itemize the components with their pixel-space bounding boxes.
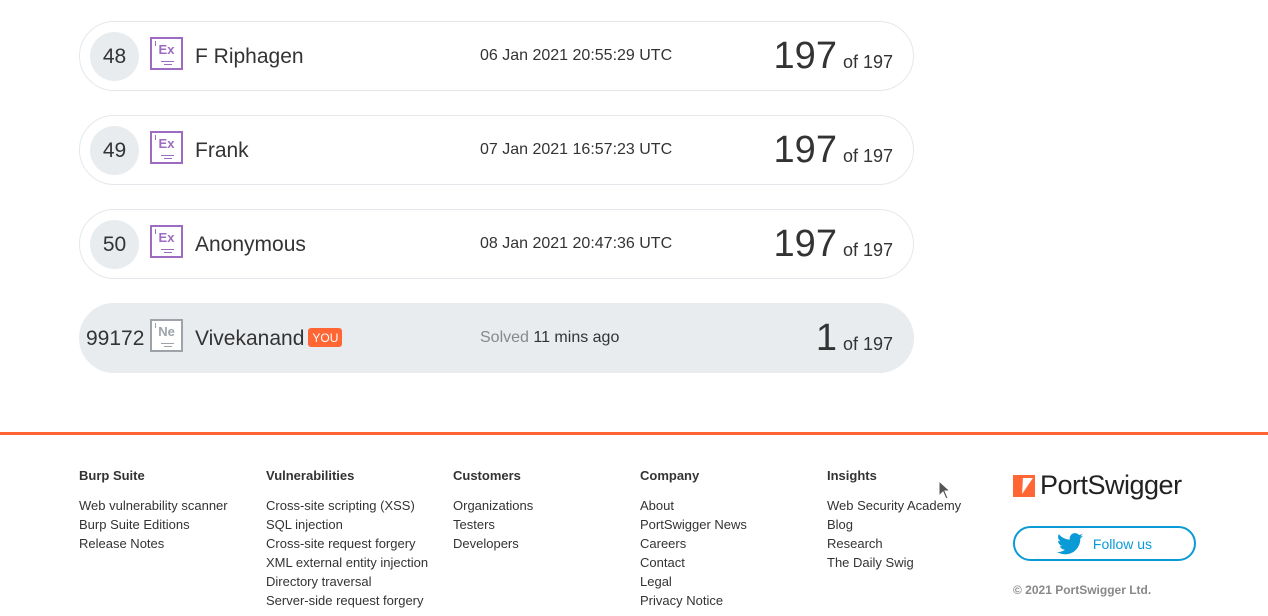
score-value: 1 xyxy=(815,317,837,359)
footer-link[interactable]: PortSwigger News xyxy=(640,515,747,534)
logo-text: PortSwigger xyxy=(1040,470,1182,500)
score-value: 197 xyxy=(773,35,837,77)
footer-link[interactable]: Blog xyxy=(827,515,961,534)
score-total: of 197 xyxy=(842,334,893,354)
footer-link[interactable]: The Daily Swig xyxy=(827,553,961,572)
footer-col-title: Burp Suite xyxy=(79,468,145,483)
score: 1 of 197 xyxy=(816,317,893,360)
portswigger-logo-icon xyxy=(1013,474,1035,497)
footer-link[interactable]: Directory traversal xyxy=(266,572,428,591)
solved-date: 07 Jan 2021 16:57:23 UTC xyxy=(480,141,673,158)
leaderboard-row: 50 Ex Anonymous 08 Jan 2021 20:47:36 UTC… xyxy=(79,209,914,279)
footer-divider xyxy=(0,432,1268,435)
score-total: of 197 xyxy=(842,146,893,166)
footer-col-company: Company About PortSwigger News Careers C… xyxy=(640,468,747,610)
footer-link[interactable]: Research xyxy=(827,534,961,553)
footer-link[interactable]: Privacy Notice xyxy=(640,591,747,610)
current-user-row: 99172 Ne Vivekanand YOU Solved 11 mins ag… xyxy=(79,303,914,373)
rank-number: 99172 xyxy=(86,326,145,350)
follow-us-label: Follow us xyxy=(1092,535,1153,552)
footer-link[interactable]: Cross-site scripting (XSS) xyxy=(266,496,428,515)
mouse-cursor-icon xyxy=(938,480,952,500)
footer-col-title: Company xyxy=(640,468,700,483)
footer-link[interactable]: Server-side request forgery xyxy=(266,591,428,610)
user-name: F Riphagen xyxy=(195,45,304,68)
footer-link[interactable]: Careers xyxy=(640,534,747,553)
footer-link[interactable]: XML external entity injection xyxy=(266,553,428,572)
footer-col-vulnerabilities: Vulnerabilities Cross-site scripting (XS… xyxy=(266,468,428,610)
expert-badge-icon: Ex xyxy=(150,37,183,70)
rank-number: 49 xyxy=(90,126,139,175)
solved-date: 06 Jan 2021 20:55:29 UTC xyxy=(480,47,673,64)
rank-number: 48 xyxy=(90,32,139,81)
badge-label: Ex xyxy=(158,230,175,245)
footer-col-customers: Customers Organizations Testers Develope… xyxy=(453,468,533,553)
newcomer-badge-icon: Ne xyxy=(150,319,183,352)
footer-link[interactable]: SQL injection xyxy=(266,515,428,534)
expert-badge-icon: Ex xyxy=(150,225,183,258)
badge-label: Ex xyxy=(158,42,175,57)
portswigger-logo[interactable]: PortSwigger xyxy=(1013,470,1182,501)
badge-label: Ne xyxy=(158,324,175,339)
twitter-icon xyxy=(1056,532,1083,554)
score-value: 197 xyxy=(773,129,837,171)
score-value: 197 xyxy=(773,223,837,265)
score: 197 of 197 xyxy=(774,129,893,172)
footer-link[interactable]: Contact xyxy=(640,553,747,572)
leaderboard-row: 48 Ex F Riphagen 06 Jan 2021 20:55:29 UT… xyxy=(79,21,914,91)
footer-col-title: Customers xyxy=(453,468,521,483)
solved-label: Solved xyxy=(480,329,529,346)
footer-col-title: Vulnerabilities xyxy=(266,468,355,483)
footer-link[interactable]: Developers xyxy=(453,534,533,553)
footer-link[interactable]: Web vulnerability scanner xyxy=(79,496,228,515)
footer-link[interactable]: Burp Suite Editions xyxy=(79,515,228,534)
footer-col-burp-suite: Burp Suite Web vulnerability scanner Bur… xyxy=(79,468,228,553)
footer-link[interactable]: Legal xyxy=(640,572,747,591)
solved-date: 08 Jan 2021 20:47:36 UTC xyxy=(480,235,673,252)
copyright: © 2021 PortSwigger Ltd. xyxy=(1013,583,1152,597)
footer-link[interactable]: Testers xyxy=(453,515,533,534)
footer-link[interactable]: About xyxy=(640,496,747,515)
score: 197 of 197 xyxy=(774,223,893,266)
score-total: of 197 xyxy=(842,52,893,72)
score-total: of 197 xyxy=(842,240,893,260)
user-name: Anonymous xyxy=(195,233,306,256)
you-badge: YOU xyxy=(308,328,343,347)
score: 197 of 197 xyxy=(774,35,893,78)
expert-badge-icon: Ex xyxy=(150,131,183,164)
leaderboard-row: 49 Ex Frank 07 Jan 2021 16:57:23 UTC 197… xyxy=(79,115,914,185)
footer-link[interactable]: Cross-site request forgery xyxy=(266,534,428,553)
follow-us-button[interactable]: Follow us xyxy=(1013,526,1196,561)
solved-time: Solved 11 mins ago xyxy=(480,329,619,347)
user-name-wrap: Vivekanand YOU xyxy=(195,327,343,351)
rank-number: 50 xyxy=(90,220,139,269)
user-name: Frank xyxy=(195,139,249,162)
badge-label: Ex xyxy=(158,136,175,151)
footer-link[interactable]: Release Notes xyxy=(79,534,228,553)
user-name: Vivekanand xyxy=(195,327,305,350)
solved-time-value: 11 mins ago xyxy=(533,329,620,346)
footer-link[interactable]: Organizations xyxy=(453,496,533,515)
